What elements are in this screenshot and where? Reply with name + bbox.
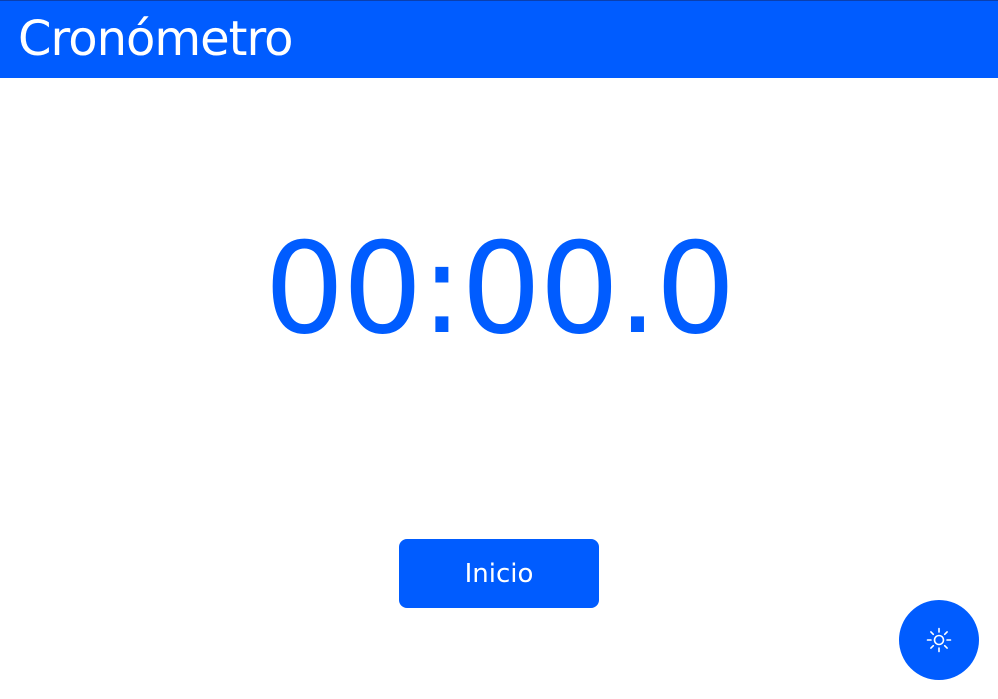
stopwatch-display: 00:00.0 bbox=[264, 215, 735, 362]
sun-icon bbox=[925, 626, 953, 654]
start-button[interactable]: Inicio bbox=[399, 539, 599, 608]
app-header: Cronómetro bbox=[0, 0, 998, 78]
theme-toggle-button[interactable] bbox=[899, 600, 979, 680]
page-title: Cronómetro bbox=[18, 11, 294, 67]
